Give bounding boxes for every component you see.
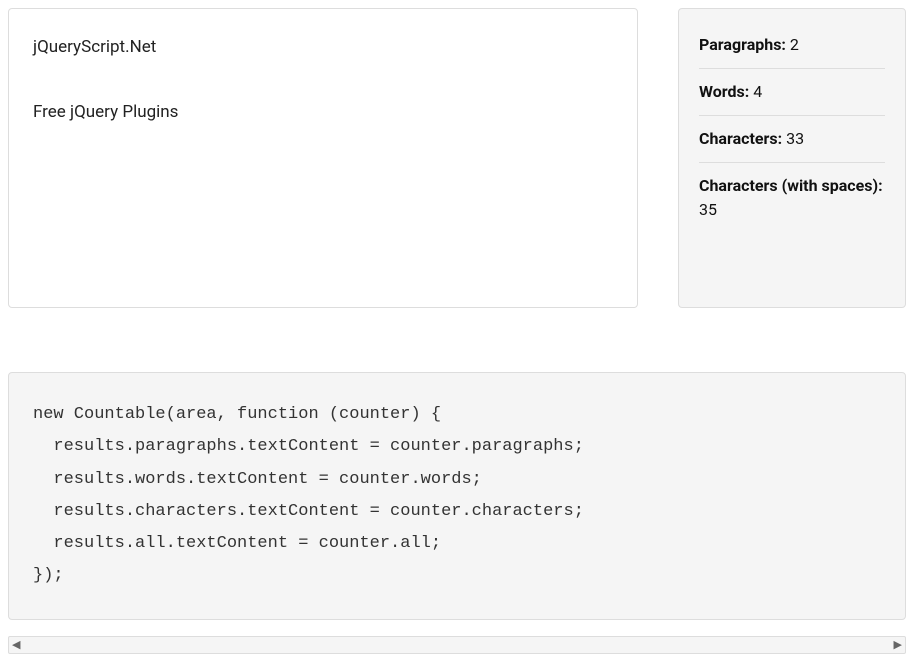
stats-panel: Paragraphs: 2 Words: 4 Characters: 33 Ch… — [678, 8, 906, 308]
scroll-right-icon: ▶ — [894, 639, 902, 650]
code-block: new Countable(area, function (counter) {… — [8, 372, 906, 620]
stat-words: Words: 4 — [699, 69, 885, 116]
stat-all-label: Characters (with spaces): — [699, 176, 883, 195]
scroll-left-icon: ◀ — [12, 639, 20, 650]
textarea-wrap — [8, 8, 638, 312]
stat-words-label: Words: — [699, 82, 749, 101]
stat-all-value: 35 — [699, 200, 717, 219]
stat-characters-value: 33 — [786, 129, 804, 148]
top-row: Paragraphs: 2 Words: 4 Characters: 33 Ch… — [8, 8, 906, 312]
stat-characters: Characters: 33 — [699, 116, 885, 163]
stat-words-value: 4 — [753, 82, 762, 101]
horizontal-scrollbar[interactable]: ◀ ▶ — [8, 636, 906, 654]
stat-paragraphs-label: Paragraphs: — [699, 35, 786, 54]
stat-all: Characters (with spaces): 35 — [699, 163, 885, 233]
text-input[interactable] — [8, 8, 638, 308]
stat-characters-label: Characters: — [699, 129, 782, 148]
stat-paragraphs: Paragraphs: 2 — [699, 29, 885, 69]
stat-paragraphs-value: 2 — [790, 35, 799, 54]
